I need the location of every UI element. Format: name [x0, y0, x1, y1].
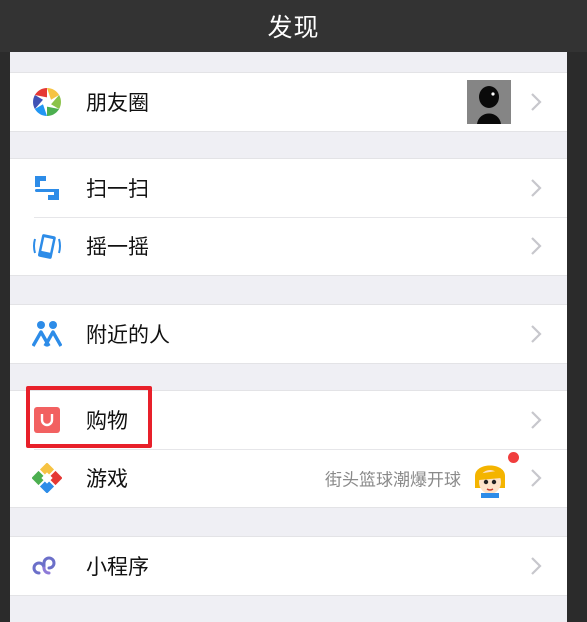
scan-label: 扫一扫: [86, 177, 149, 201]
moments-aperture-icon: [32, 87, 62, 117]
discover-screen: 发现 朋友圈 扫一扫 摇一摇 附近的人 购物 游戏 街头篮球潮爆开球 小程序: [0, 0, 587, 622]
list-item-moments[interactable]: 朋友圈: [10, 73, 567, 131]
group-nearby: 附近的人: [10, 304, 567, 364]
chevron-right-icon: [531, 325, 542, 343]
games-label: 游戏: [86, 467, 128, 491]
chevron-right-icon: [531, 557, 542, 575]
people-nearby-icon: [32, 319, 62, 349]
moments-thumbnail: [467, 80, 511, 124]
group-mini-programs: 小程序: [10, 536, 567, 596]
list-item-scan[interactable]: 扫一扫: [10, 159, 567, 217]
list-item-shake[interactable]: 摇一摇: [10, 217, 567, 275]
game-character-avatar: [471, 458, 509, 498]
shopping-highlight-box: [26, 386, 152, 448]
chevron-right-icon: [531, 237, 542, 255]
list-item-people-nearby[interactable]: 附近的人: [10, 305, 567, 363]
moments-label: 朋友圈: [86, 91, 149, 115]
mini-program-icon: [32, 551, 62, 581]
page-title: 发现: [267, 13, 320, 42]
chevron-right-icon: [531, 411, 542, 429]
people-nearby-label: 附近的人: [86, 323, 170, 347]
chevron-right-icon: [531, 469, 542, 487]
scan-icon: [32, 173, 62, 203]
mini-programs-label: 小程序: [86, 555, 149, 579]
group-scan-shake: 扫一扫 摇一摇: [10, 158, 567, 276]
list-item-games[interactable]: 游戏 街头篮球潮爆开球: [10, 449, 567, 507]
discover-list: 朋友圈 扫一扫 摇一摇 附近的人 购物 游戏 街头篮球潮爆开球 小程序: [10, 52, 567, 622]
games-promo-text: 街头篮球潮爆开球: [325, 470, 461, 491]
group-moments: 朋友圈: [10, 72, 567, 132]
nav-bar: 发现: [0, 0, 587, 52]
chevron-right-icon: [531, 179, 542, 197]
notification-badge: [508, 452, 519, 463]
chevron-right-icon: [531, 93, 542, 111]
games-icon: [32, 463, 62, 493]
list-item-mini-programs[interactable]: 小程序: [10, 537, 567, 595]
shake-icon: [32, 231, 62, 261]
shake-label: 摇一摇: [86, 235, 149, 259]
